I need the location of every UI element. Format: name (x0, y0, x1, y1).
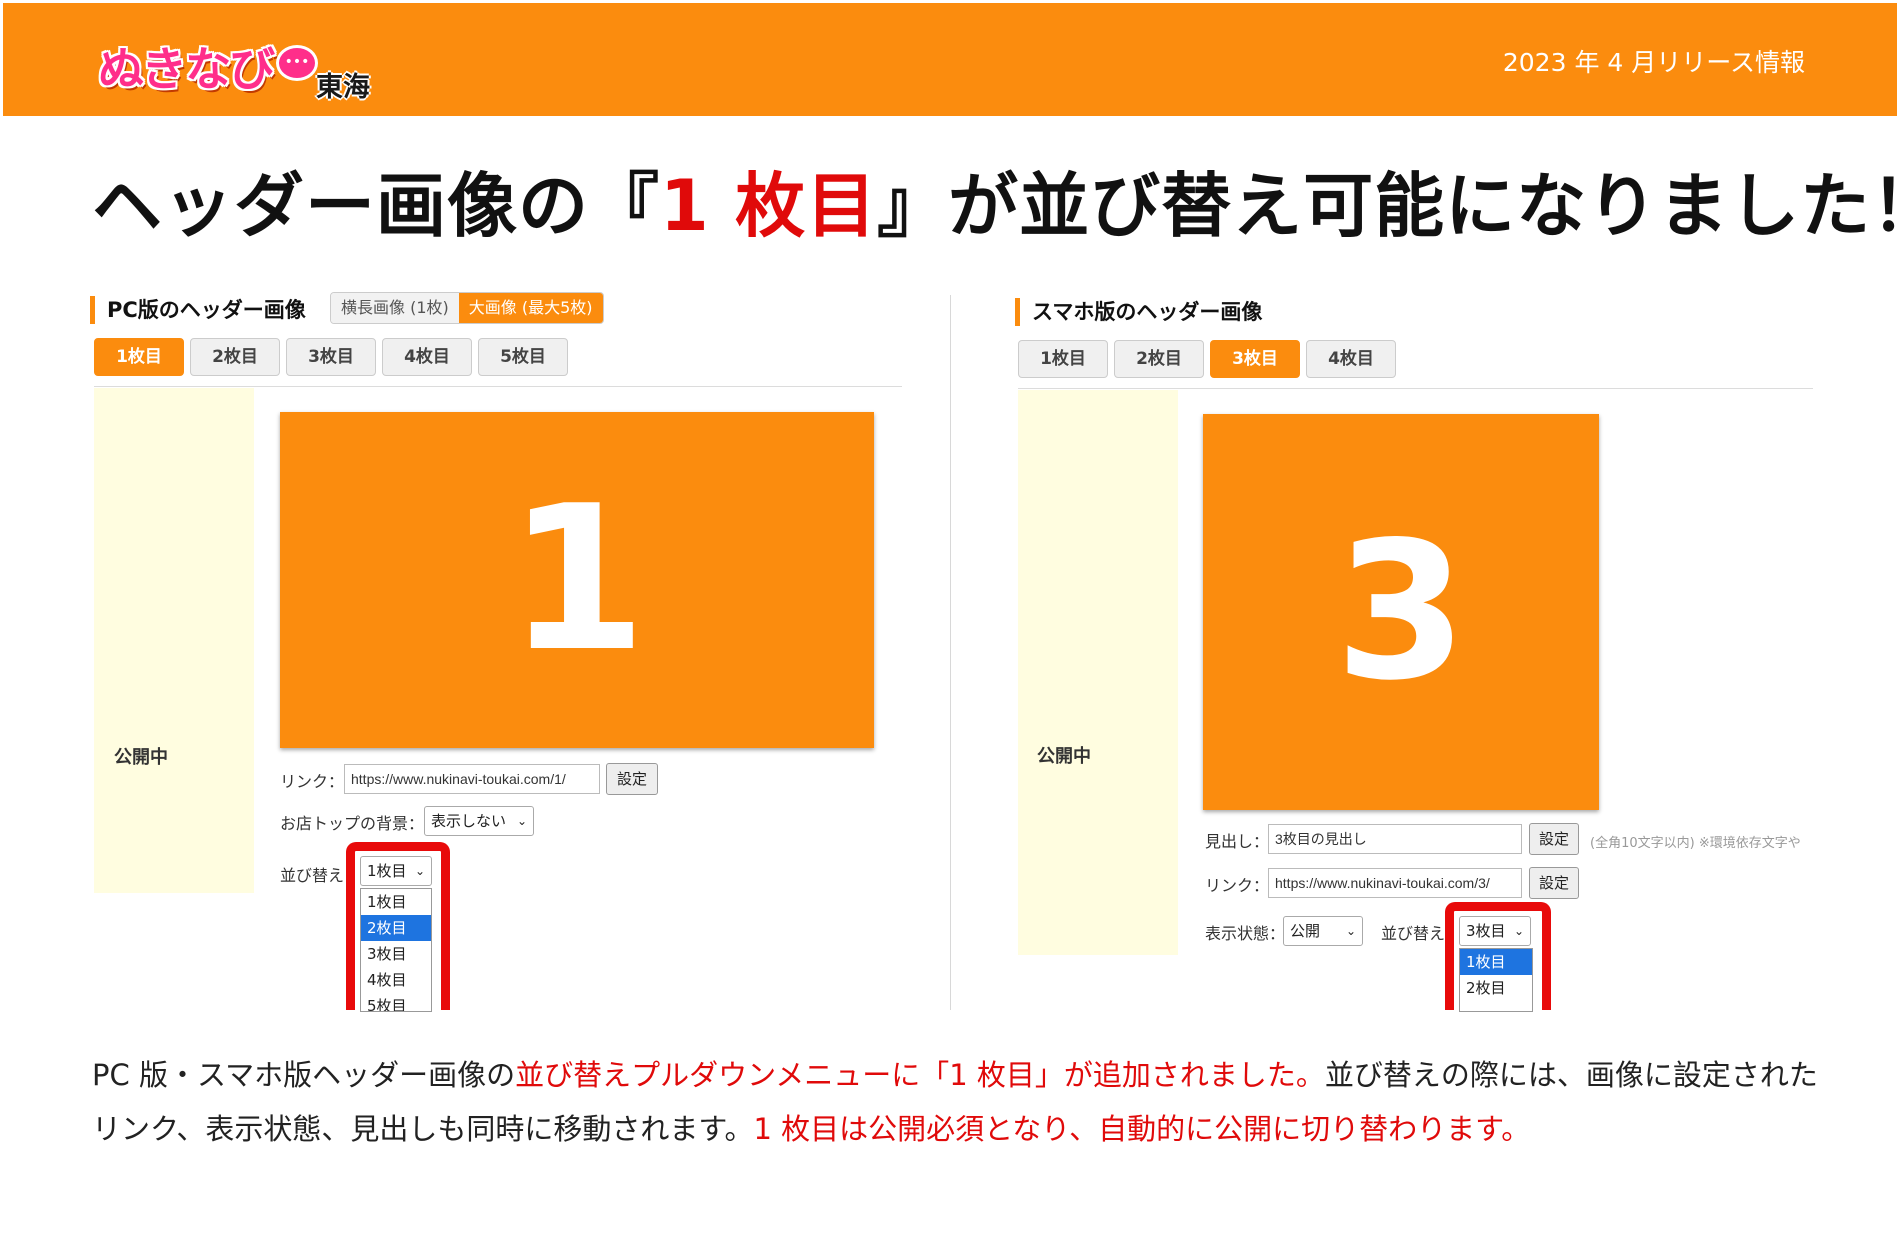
display-select-value: 公開 (1290, 922, 1321, 940)
dropdown-option[interactable]: 2枚目 (1460, 975, 1532, 1001)
desc-part1: PC 版・スマホ版ヘッダー画像の (92, 1058, 516, 1092)
tab-3[interactable]: 3枚目 (1210, 340, 1300, 378)
status-label: 公開中 (1037, 746, 1091, 767)
pc-header-panel: PC版のヘッダー画像 横長画像 (1枚) 大画像 (最大5枚) 1枚目 2枚目 3枚… (90, 290, 905, 1012)
tab-3[interactable]: 3枚目 (286, 338, 376, 376)
tab-5[interactable]: 5枚目 (478, 338, 568, 376)
pc-section-title: PC版のヘッダー画像 (90, 296, 306, 324)
headline: ヘッダー画像の『1 枚目』が並び替え可能になりました！ (92, 150, 1900, 251)
sort-select[interactable]: 3枚目 ⌄ (1459, 916, 1531, 946)
background-select[interactable]: 表示しない ⌄ (424, 806, 534, 836)
tab-2[interactable]: 2枚目 (1114, 340, 1204, 378)
heading-label: 見出し： (1205, 832, 1270, 851)
sort-label: 並び替え (280, 866, 345, 885)
sort-label: 並び替え (1381, 924, 1446, 943)
dropdown-option[interactable]: 1枚目 (361, 889, 431, 915)
logo-region-text: 東海 (316, 72, 370, 103)
status-column (1018, 390, 1178, 955)
heading-input[interactable] (1268, 824, 1522, 854)
status-column (94, 388, 254, 893)
tab-4[interactable]: 4枚目 (1306, 340, 1396, 378)
tab-1[interactable]: 1枚目 (1018, 340, 1108, 378)
description: PC 版・スマホ版ヘッダー画像の並び替えプルダウンメニューに「1 枚目」が追加さ… (92, 1048, 1832, 1156)
dropdown-option[interactable]: 4枚目 (361, 967, 431, 993)
speech-bubble-icon: ••• (276, 45, 318, 81)
chevron-down-icon: ⌄ (516, 814, 527, 828)
panel-divider (950, 295, 951, 1010)
desc-part2-red: 1 枚目は公開必須となり、自動的に公開に切り替わります。 (753, 1112, 1531, 1146)
sp-section-title: スマホ版のヘッダー画像 (1015, 298, 1262, 326)
header-image-preview[interactable]: 1 (280, 412, 874, 748)
link-label: リンク： (280, 772, 345, 791)
sp-tabs: 1枚目 2枚目 3枚目 4枚目 (1018, 340, 1396, 378)
headline-part1: ヘッダー画像の『 (92, 165, 660, 247)
link-set-button[interactable]: 設定 (1529, 867, 1579, 899)
pc-tabs: 1枚目 2枚目 3枚目 4枚目 5枚目 (94, 338, 568, 376)
release-info: 2023 年 4 月リリース情報 (1502, 48, 1805, 77)
toggle-wide-image[interactable]: 横長画像 (1枚) (331, 293, 459, 323)
divider (1018, 388, 1813, 389)
tab-1[interactable]: 1枚目 (94, 338, 184, 376)
sort-select-value: 3枚目 (1466, 922, 1506, 940)
heading-note: (全角10文字以内) ※環境依存文字や (1590, 836, 1801, 851)
sort-dropdown-list: 1枚目 2枚目 (1459, 948, 1533, 1012)
link-input[interactable] (344, 764, 600, 794)
sort-dropdown-list: 1枚目 2枚目 3枚目 4枚目 5枚目 (360, 888, 432, 1012)
header-image-preview[interactable]: 3 (1203, 414, 1599, 810)
headline-part2: 』が並び替え可能になりました！ (877, 165, 1900, 247)
tab-2[interactable]: 2枚目 (190, 338, 280, 376)
logo-main-text: ぬきなび (98, 42, 275, 96)
preview-number: 3 (1334, 501, 1468, 722)
sort-select[interactable]: 1枚目 ⌄ (360, 856, 432, 886)
header-bar: ぬきなび ••• 東海 2023 年 4 月リリース情報 (3, 3, 1897, 116)
chevron-down-icon: ⌄ (1345, 924, 1356, 938)
display-select[interactable]: 公開 ⌄ (1283, 916, 1363, 946)
display-label: 表示状態： (1205, 924, 1286, 943)
headline-highlight: 1 枚目 (660, 165, 878, 247)
background-label: お店トップの背景： (280, 814, 425, 833)
logo: ぬきなび ••• 東海 (98, 31, 398, 103)
chevron-down-icon: ⌄ (414, 864, 425, 878)
dropdown-option[interactable]: 3枚目 (361, 941, 431, 967)
link-label: リンク： (1205, 876, 1270, 895)
background-select-value: 表示しない (431, 812, 507, 830)
tab-4[interactable]: 4枚目 (382, 338, 472, 376)
dropdown-option[interactable]: 2枚目 (361, 915, 431, 941)
dropdown-option[interactable]: 1枚目 (1460, 949, 1532, 975)
chevron-down-icon: ⌄ (1513, 924, 1524, 938)
heading-set-button[interactable]: 設定 (1529, 823, 1579, 855)
sp-header-panel: スマホ版のヘッダー画像 1枚目2枚目3枚目4枚目 公開中 3 見出し： 設定 (… (1015, 290, 1815, 1012)
link-input[interactable] (1268, 868, 1522, 898)
dropdown-option[interactable]: 5枚目 (361, 993, 431, 1011)
sort-select-value: 1枚目 (367, 862, 407, 880)
link-set-button[interactable]: 設定 (606, 763, 658, 795)
status-label: 公開中 (114, 747, 168, 768)
preview-number: 1 (507, 463, 647, 696)
image-type-toggle: 横長画像 (1枚) 大画像 (最大5枚) (330, 292, 604, 324)
divider (94, 386, 902, 387)
desc-part1-red: 並び替えプルダウンメニューに「1 枚目」が追加されました。 (515, 1058, 1325, 1092)
toggle-large-image[interactable]: 大画像 (最大5枚) (458, 293, 603, 323)
